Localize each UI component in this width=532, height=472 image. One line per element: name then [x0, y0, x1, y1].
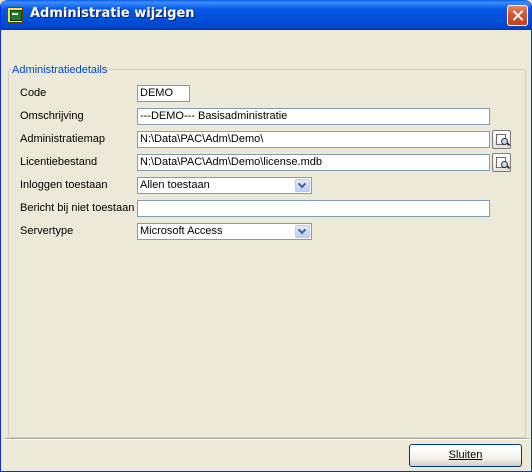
window-title: Administratie wijzigen [30, 6, 195, 21]
servertype-select[interactable]: Microsoft Access [137, 223, 312, 240]
omschrijving-label: Omschrijving [20, 110, 84, 122]
bericht-input[interactable] [137, 200, 490, 217]
footer-divider [5, 438, 529, 440]
inloggen-value: Allen toestaan [140, 179, 210, 191]
omschrijving-input[interactable]: ---DEMO--- Basisadministratie [137, 108, 490, 125]
close-icon[interactable] [507, 5, 528, 26]
administratiemap-label: Administratiemap [20, 133, 105, 145]
bericht-label: Bericht bij niet toestaan [20, 202, 135, 214]
dialog-window: Administratie wijzigen Administratiedeta… [0, 0, 532, 472]
folder-search-icon[interactable] [492, 130, 511, 149]
chevron-down-icon[interactable] [295, 179, 310, 192]
file-search-icon[interactable] [492, 153, 511, 172]
close-button[interactable]: Sluiten [409, 444, 522, 467]
servertype-value: Microsoft Access [140, 225, 223, 237]
inloggen-label: Inloggen toestaan [20, 179, 108, 191]
licentiebestand-label: Licentiebestand [20, 156, 98, 168]
servertype-label: Servertype [20, 225, 74, 237]
title-bar[interactable]: Administratie wijzigen [1, 0, 531, 30]
licentiebestand-input[interactable]: N:\Data\PAC\Adm\Demo\license.mdb [137, 154, 490, 171]
administratiemap-input[interactable]: N:\Data\PAC\Adm\Demo\ [137, 131, 490, 148]
inloggen-select[interactable]: Allen toestaan [137, 177, 312, 194]
chevron-down-icon[interactable] [295, 225, 310, 238]
app-icon [7, 7, 23, 23]
code-label: Code [20, 87, 47, 99]
group-legend: Administratiedetails [11, 64, 109, 76]
close-button-label: Sluiten [448, 449, 483, 461]
code-input[interactable]: DEMO [137, 85, 190, 102]
